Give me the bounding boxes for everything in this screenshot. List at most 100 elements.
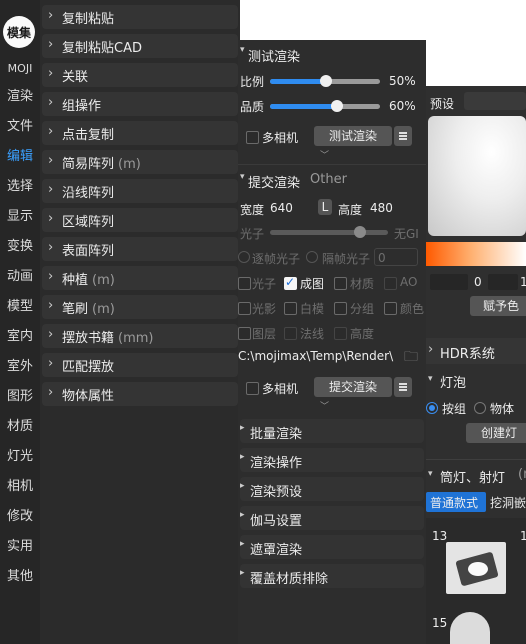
menu-item[interactable]: › 物体属性 [42, 382, 238, 406]
nav-item[interactable]: 变换 [0, 238, 40, 256]
nav-item[interactable]: 实用 [0, 538, 40, 556]
option-height-checkbox[interactable] [334, 327, 347, 340]
chevron-right-icon: › [428, 342, 434, 357]
menu-icon-line [399, 138, 407, 140]
nav-item[interactable]: 修改 [0, 508, 40, 526]
render-section[interactable]: ▸ 遮罩渲染 [240, 535, 424, 559]
menu-item[interactable]: › 区域阵列 [42, 208, 238, 232]
submit-render-title[interactable]: 提交渲染 [248, 172, 300, 191]
photon-slider-knob[interactable] [354, 226, 366, 238]
expand-chevron-icon[interactable]: ﹀ [320, 399, 329, 412]
nav-item[interactable]: 相机 [0, 478, 40, 496]
nav-item[interactable]: 材质 [0, 418, 40, 436]
submit-render-menu-button[interactable] [394, 377, 412, 397]
menu-item[interactable]: › 复制粘贴CAD [42, 34, 238, 58]
width-input[interactable]: 640 [270, 201, 293, 215]
color-gradient-bar[interactable] [426, 242, 526, 266]
hdr-section[interactable]: › HDR系统 [426, 338, 526, 364]
preset-select[interactable] [464, 92, 526, 110]
height-input[interactable]: 480 [370, 201, 393, 215]
collapse-arrow-icon[interactable]: ▾ [428, 374, 433, 384]
ratio-slider-knob[interactable] [320, 75, 332, 87]
option-clay-checkbox[interactable] [284, 302, 297, 315]
chevron-right-icon: › [48, 66, 54, 81]
create-light-button[interactable]: 创建灯 [466, 423, 526, 443]
menu-item[interactable]: › 点击复制 [42, 121, 238, 145]
test-render-menu-button[interactable] [394, 126, 412, 146]
menu-item[interactable]: › 摆放书籍 (mm) [42, 324, 238, 348]
option-light-shadow-checkbox[interactable] [238, 302, 251, 315]
object-radio[interactable] [474, 402, 486, 414]
nav-item[interactable]: 灯光 [0, 448, 40, 466]
option-layer-checkbox[interactable] [238, 327, 251, 340]
option-color-checkbox[interactable] [384, 302, 397, 315]
spotlight-thumbnail[interactable] [446, 542, 506, 594]
collapse-arrow-icon[interactable]: ▾ [428, 469, 433, 479]
tab-cut-style[interactable]: 挖洞嵌 [490, 494, 526, 511]
nav-item[interactable]: 图形 [0, 388, 40, 406]
nav-item[interactable]: 编辑 [0, 148, 40, 166]
render-section[interactable]: ▸ 覆盖材质排除 [240, 564, 424, 588]
folder-icon[interactable]: 🗀 [404, 346, 418, 370]
option-group-checkbox[interactable] [334, 302, 347, 315]
menu-item[interactable]: › 简易阵列 (m) [42, 150, 238, 174]
nav-item[interactable]: 室外 [0, 358, 40, 376]
submit-multicam-checkbox[interactable] [246, 382, 259, 395]
quality-slider[interactable] [270, 100, 380, 112]
menu-item[interactable]: › 关联 [42, 63, 238, 87]
value-input-left[interactable] [430, 274, 468, 290]
option-normal-checkbox[interactable] [284, 327, 297, 340]
nav-item[interactable]: 选择 [0, 178, 40, 196]
nav-item[interactable]: 室内 [0, 328, 40, 346]
value-input-right[interactable] [488, 274, 518, 290]
render-section[interactable]: ▸ 伽马设置 [240, 506, 424, 530]
quality-slider-knob[interactable] [331, 100, 343, 112]
photon-slider[interactable] [270, 226, 388, 238]
aspect-lock-button[interactable]: L [318, 199, 332, 215]
collapse-arrow-icon[interactable]: ▾ [240, 172, 245, 182]
menu-item[interactable]: › 复制粘贴 [42, 5, 238, 29]
nav-item[interactable]: 渲染 [0, 88, 40, 106]
tab-normal-style[interactable]: 普通款式 [426, 492, 486, 512]
spotlight-thumbnail-2[interactable] [450, 612, 490, 644]
interval-photon-radio[interactable] [306, 251, 318, 263]
nav-item[interactable]: MOJI [0, 60, 40, 78]
option-label: 光子 [252, 277, 277, 291]
nav-item[interactable]: 文件 [0, 118, 40, 136]
menu-item[interactable]: › 匹配摆放 [42, 353, 238, 377]
chevron-right-icon: › [48, 8, 54, 23]
group-radio-label: 按组 [442, 402, 467, 416]
render-section[interactable]: ▸ 批量渲染 [240, 419, 424, 443]
option-photon-checkbox[interactable] [238, 277, 251, 290]
nav-item[interactable]: 模型 [0, 298, 40, 316]
submit-render-button[interactable]: 提交渲染 [314, 377, 392, 397]
menu-item[interactable]: › 组操作 [42, 92, 238, 116]
test-render-button[interactable]: 测试渲染 [314, 126, 392, 146]
expand-chevron-icon[interactable]: ﹀ [320, 148, 329, 161]
option-ao-checkbox[interactable] [384, 277, 397, 290]
menu-item[interactable]: › 种植 (m) [42, 266, 238, 290]
bulb-title[interactable]: 灯泡 [440, 372, 466, 391]
option-final-checkbox[interactable] [284, 275, 297, 290]
interval-stepper[interactable]: 0 [374, 248, 418, 266]
option-material-checkbox[interactable] [334, 277, 347, 290]
test-render-title[interactable]: 测试渲染 [248, 46, 300, 65]
ratio-slider[interactable] [270, 75, 380, 87]
render-section[interactable]: ▸ 渲染预设 [240, 477, 424, 501]
nav-item[interactable]: 动画 [0, 268, 40, 286]
menu-item[interactable]: › 沿线阵列 [42, 179, 238, 203]
spotlight-title[interactable]: 筒灯、射灯 [440, 467, 505, 486]
nav-item[interactable]: 其他 [0, 568, 40, 586]
output-path[interactable]: C:\mojimax\Temp\Render\ [238, 349, 398, 363]
per-frame-photon-radio[interactable] [238, 251, 250, 263]
option-label: 法线 [300, 327, 325, 341]
collapse-arrow-icon[interactable]: ▾ [240, 45, 245, 55]
test-multicam-checkbox[interactable] [246, 131, 259, 144]
group-radio[interactable] [426, 402, 438, 414]
menu-item[interactable]: › 表面阵列 [42, 237, 238, 261]
nav-item[interactable]: 显示 [0, 208, 40, 226]
submit-render-preset[interactable]: Other [310, 172, 347, 187]
render-section[interactable]: ▸ 渲染操作 [240, 448, 424, 472]
menu-item[interactable]: › 笔刷 (m) [42, 295, 238, 319]
assign-color-button[interactable]: 赋予色 [470, 296, 526, 316]
